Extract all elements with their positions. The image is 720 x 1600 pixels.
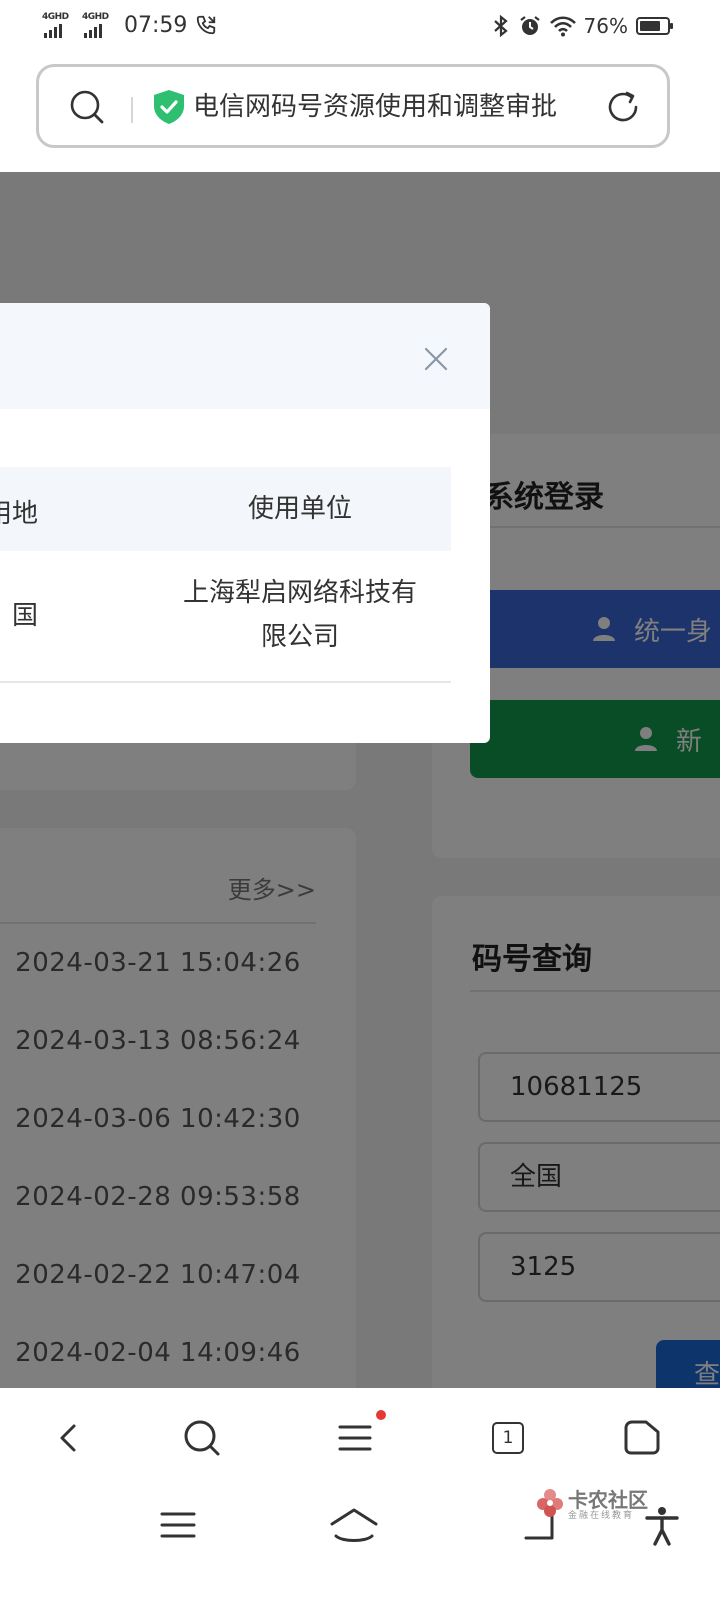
header-cell: 使用单位	[247, 494, 352, 524]
signal-icon: 4GHD	[82, 12, 114, 38]
clock: 07:59	[124, 12, 188, 38]
alarm-icon	[519, 16, 540, 35]
search-icon[interactable]	[69, 89, 105, 125]
menu-icon[interactable]	[336, 1418, 376, 1458]
wifi-icon	[549, 16, 576, 37]
call-icon	[197, 15, 216, 35]
result-table: 用地 使用单位 国 上海犁启网络科技有 限公司	[0, 467, 451, 683]
tab-count: 1	[492, 1422, 524, 1454]
status-left: 4GHD 4GHD 07:59	[42, 12, 217, 38]
header-cell: 用地	[0, 499, 38, 527]
close-icon[interactable]	[424, 347, 448, 371]
home-icon[interactable]	[622, 1418, 662, 1458]
table-row: 国 上海犁启网络科技有 限公司	[0, 551, 451, 683]
signal-icon: 4GHD	[42, 12, 74, 38]
watermark: 卡农社区 金融在线教育	[534, 1484, 654, 1532]
network-type-2: 4GHD	[82, 12, 109, 22]
battery-percent: 76%	[583, 14, 628, 38]
address-divider	[131, 97, 133, 123]
web-page: 更多>> 2024-03-21 15:04:26 2024-03-13 08:5…	[0, 172, 720, 1388]
modal-header	[0, 303, 490, 409]
notification-dot	[376, 1410, 386, 1420]
network-type-1: 4GHD	[42, 12, 69, 22]
modal-dialog: 用地 使用单位 国 上海犁启网络科技有 限公司	[0, 303, 490, 743]
page-title[interactable]: 电信网码号资源使用和调整审批	[193, 87, 583, 127]
search-icon[interactable]	[182, 1418, 222, 1458]
unit-line: 限公司	[260, 622, 339, 652]
tabs-button[interactable]: 1	[492, 1422, 532, 1462]
table-header: 用地 使用单位	[0, 467, 451, 551]
watermark-subtitle: 金融在线教育	[568, 1511, 635, 1521]
unit-cell: 上海犁启网络科技有 限公司	[170, 571, 430, 659]
address-bar[interactable]: 电信网码号资源使用和调整审批	[36, 64, 670, 148]
browser-toolbar: 1	[0, 1388, 720, 1484]
status-right: 76%	[492, 14, 673, 38]
status-bar: 4GHD 4GHD 07:59 76%	[0, 0, 720, 56]
watermark-logo-icon	[537, 1489, 563, 1517]
bluetooth-icon	[493, 14, 508, 38]
unit-line: 上海犁启网络科技有	[182, 578, 417, 608]
region-cell: 国	[11, 601, 38, 631]
back-icon[interactable]	[50, 1418, 90, 1458]
recent-apps-icon[interactable]	[160, 1510, 196, 1540]
security-shield-icon[interactable]	[153, 89, 185, 125]
accessibility-icon[interactable]	[644, 1506, 680, 1546]
home-nav-icon[interactable]	[328, 1506, 380, 1546]
system-nav-bar: 卡农社区 金融在线教育	[0, 1484, 720, 1600]
reload-icon[interactable]	[605, 89, 641, 125]
battery-icon	[636, 17, 673, 35]
